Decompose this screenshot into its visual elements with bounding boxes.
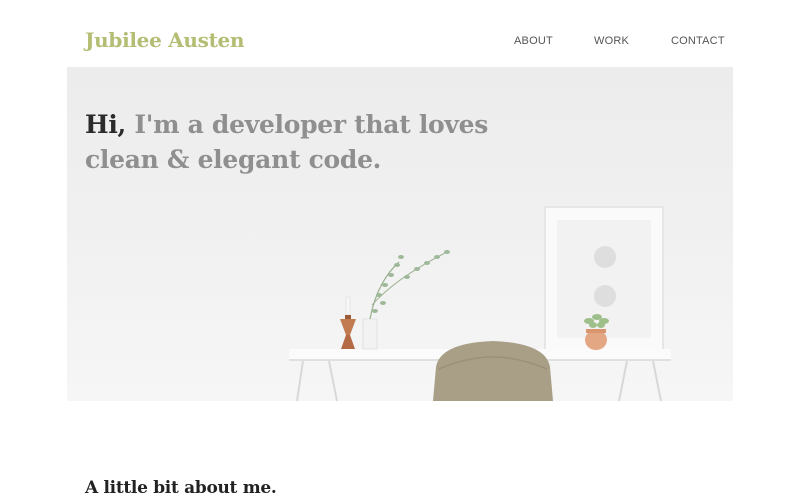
hero-greeting: Hi,	[85, 110, 126, 139]
nav-link-about[interactable]: ABOUT	[514, 35, 553, 47]
hero-banner: Hi, I'm a developer that loves clean & el…	[67, 67, 733, 401]
hero-line1: I'm a developer that loves	[125, 110, 489, 139]
nav-link-contact[interactable]: CONTACT	[671, 35, 725, 47]
plant-vase	[362, 250, 450, 350]
site-logo[interactable]: Jubilee Austen	[85, 28, 245, 52]
hero-line2: clean & elegant code.	[85, 145, 382, 174]
site-header: Jubilee Austen ABOUT WORK CONTACT	[0, 0, 800, 67]
about-heading: A little bit about me.	[85, 478, 277, 498]
candle-holder	[340, 296, 356, 349]
copper-pot-plant	[584, 314, 609, 350]
hero-headline: Hi, I'm a developer that loves clean & el…	[85, 107, 488, 177]
chair	[433, 341, 553, 401]
nav-link-work[interactable]: WORK	[594, 35, 629, 47]
